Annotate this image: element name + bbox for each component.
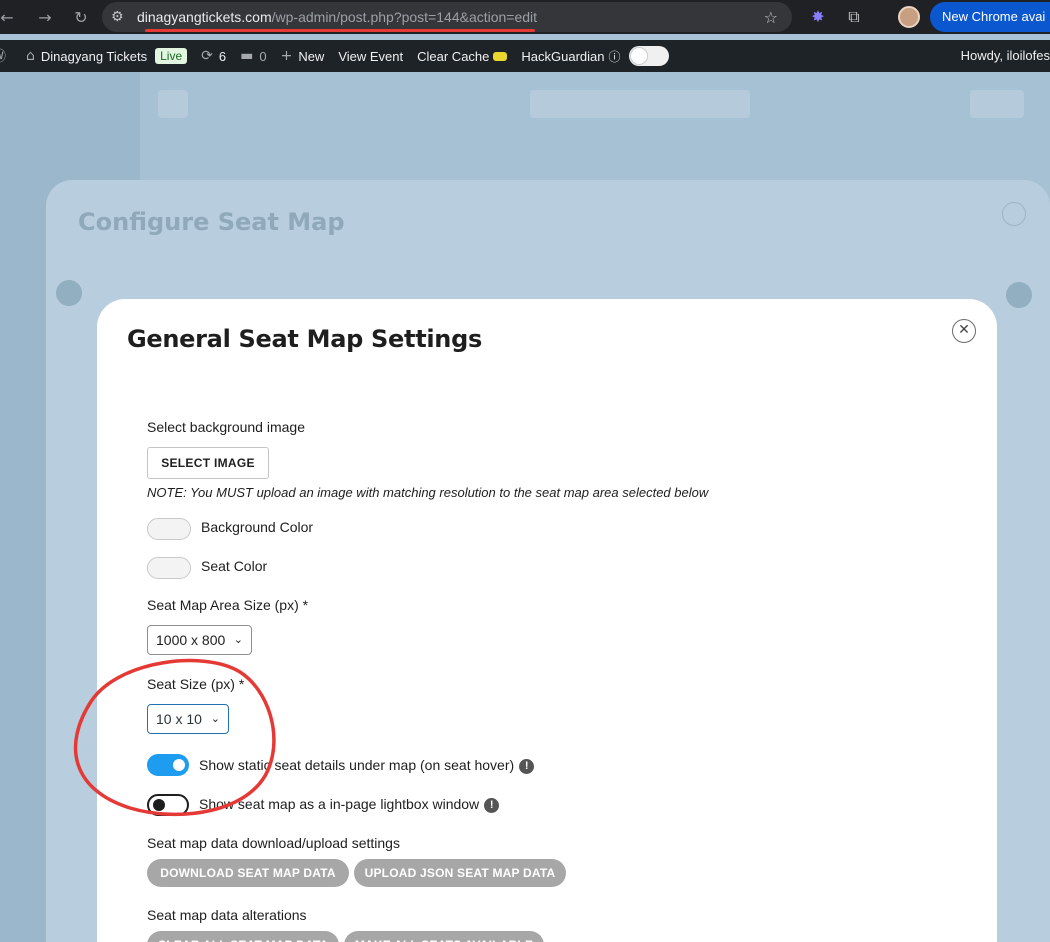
make-seats-available-button[interactable]: MAKE ALL SEATS AVAILABLE xyxy=(344,931,544,942)
static-details-label: Show static seat details under map (on s… xyxy=(199,757,515,773)
forward-arrow-icon[interactable]: → xyxy=(30,8,60,27)
background-color-label: Background Color xyxy=(201,519,314,535)
resolution-note: NOTE: You MUST upload an image with matc… xyxy=(147,485,709,500)
sponge-icon xyxy=(493,51,508,61)
dimmed-block xyxy=(970,90,1024,118)
background-color-swatch[interactable] xyxy=(147,518,191,540)
bookmark-star-icon[interactable]: ☆ xyxy=(764,8,778,27)
alterations-label: Seat map data alterations xyxy=(147,907,307,923)
live-badge: Live xyxy=(155,48,188,64)
extension-puzzle-icon[interactable]: ✸ xyxy=(808,7,828,27)
hackguardian-toggle[interactable] xyxy=(628,46,669,66)
seat-size-value: 10 x 10 xyxy=(156,711,202,727)
chevron-down-icon: ⌄ xyxy=(210,712,220,725)
hackguardian-label: HackGuardian xyxy=(521,48,605,64)
site-name-link[interactable]: ⌂ Dinagyang Tickets Live xyxy=(26,48,188,64)
comment-icon: ▬ xyxy=(240,48,254,64)
clear-cache-label: Clear Cache xyxy=(417,48,490,64)
address-bar[interactable]: ⚙ dinagyangtickets.com/wp-admin/post.php… xyxy=(102,2,792,32)
configure-seat-map-title: Configure Seat Map xyxy=(78,208,345,236)
seat-color-label: Seat Color xyxy=(201,558,268,574)
chrome-update-button[interactable]: New Chrome avai xyxy=(930,2,1050,32)
extensions-icon[interactable]: ⧉ xyxy=(844,7,864,27)
modal-title: General Seat Map Settings xyxy=(127,325,482,353)
updates-count: 6 xyxy=(218,48,227,64)
info-icon[interactable]: ! xyxy=(519,759,535,774)
lightbox-label: Show seat map as a in-page lightbox wind… xyxy=(199,796,480,812)
view-event-link[interactable]: View Event xyxy=(338,49,403,64)
close-icon[interactable]: ✕ xyxy=(952,319,976,343)
data-settings-label: Seat map data download/upload settings xyxy=(147,835,400,851)
site-info-icon[interactable]: ⚙ xyxy=(111,9,131,25)
editor-toolbar-dimmed xyxy=(150,82,1050,126)
dimmed-settings-icon xyxy=(1006,282,1032,308)
plus-icon: + xyxy=(280,48,293,64)
wp-admin-bar: Ⓦ ⌂ Dinagyang Tickets Live ⟳ 6 ▬ 0 + New… xyxy=(0,40,1050,72)
area-size-value: 1000 x 800 xyxy=(156,632,226,648)
back-arrow-icon[interactable]: ← xyxy=(0,8,22,27)
new-label: New xyxy=(298,48,325,64)
download-seat-map-button[interactable]: DOWNLOAD SEAT MAP DATA xyxy=(147,859,349,887)
dimmed-zoom-icon xyxy=(56,280,82,306)
url-text[interactable]: dinagyangtickets.com/wp-admin/post.php?p… xyxy=(137,9,538,32)
static-details-toggle[interactable] xyxy=(147,754,189,776)
reload-icon[interactable]: ↻ xyxy=(66,8,96,27)
seat-size-select[interactable]: 10 x 10 ⌄ xyxy=(147,704,229,734)
info-icon: ⓘ xyxy=(608,49,621,64)
profile-avatar[interactable] xyxy=(898,6,920,28)
chevron-down-icon: ⌄ xyxy=(233,633,243,646)
comments-count: 0 xyxy=(259,48,267,64)
wp-logo-icon[interactable]: Ⓦ xyxy=(0,46,12,66)
dimmed-block xyxy=(158,90,188,118)
seat-size-label: Seat Size (px) * xyxy=(147,676,245,692)
static-details-row: Show static seat details under map (on s… xyxy=(199,757,535,774)
area-size-label: Seat Map Area Size (px) * xyxy=(147,597,309,613)
updates-link[interactable]: ⟳ 6 xyxy=(201,48,226,64)
comments-link[interactable]: ▬ 0 xyxy=(240,48,266,64)
annotation-underline xyxy=(145,29,535,32)
select-image-button[interactable]: SELECT IMAGE xyxy=(147,447,269,479)
clear-seat-map-button[interactable]: CLEAR ALL SEAT MAP DATA xyxy=(147,931,339,942)
updates-icon: ⟳ xyxy=(201,48,213,64)
site-name: Dinagyang Tickets xyxy=(40,48,148,64)
seat-color-swatch[interactable] xyxy=(147,557,191,579)
upload-json-button[interactable]: UPLOAD JSON SEAT MAP DATA xyxy=(354,859,566,887)
home-icon: ⌂ xyxy=(26,48,35,64)
lightbox-row: Show seat map as a in-page lightbox wind… xyxy=(199,796,500,813)
info-icon[interactable]: ! xyxy=(484,798,500,813)
howdy-account[interactable]: Howdy, iloilofes xyxy=(961,48,1050,63)
clear-cache-link[interactable]: Clear Cache xyxy=(417,48,508,64)
hackguardian-link[interactable]: HackGuardian ⓘ xyxy=(521,46,669,66)
bg-image-label: Select background image xyxy=(147,419,305,435)
new-content-link[interactable]: + New xyxy=(281,48,325,64)
general-settings-modal: General Seat Map Settings ✕ Select backg… xyxy=(97,299,997,942)
config-close-icon[interactable] xyxy=(1002,202,1026,226)
url-path: /wp-admin/post.php?post=144&action=edit xyxy=(271,9,538,25)
dimmed-block xyxy=(530,90,750,118)
lightbox-toggle[interactable] xyxy=(147,794,189,816)
url-host: dinagyangtickets.com xyxy=(137,9,272,25)
area-size-select[interactable]: 1000 x 800 ⌄ xyxy=(147,625,252,655)
